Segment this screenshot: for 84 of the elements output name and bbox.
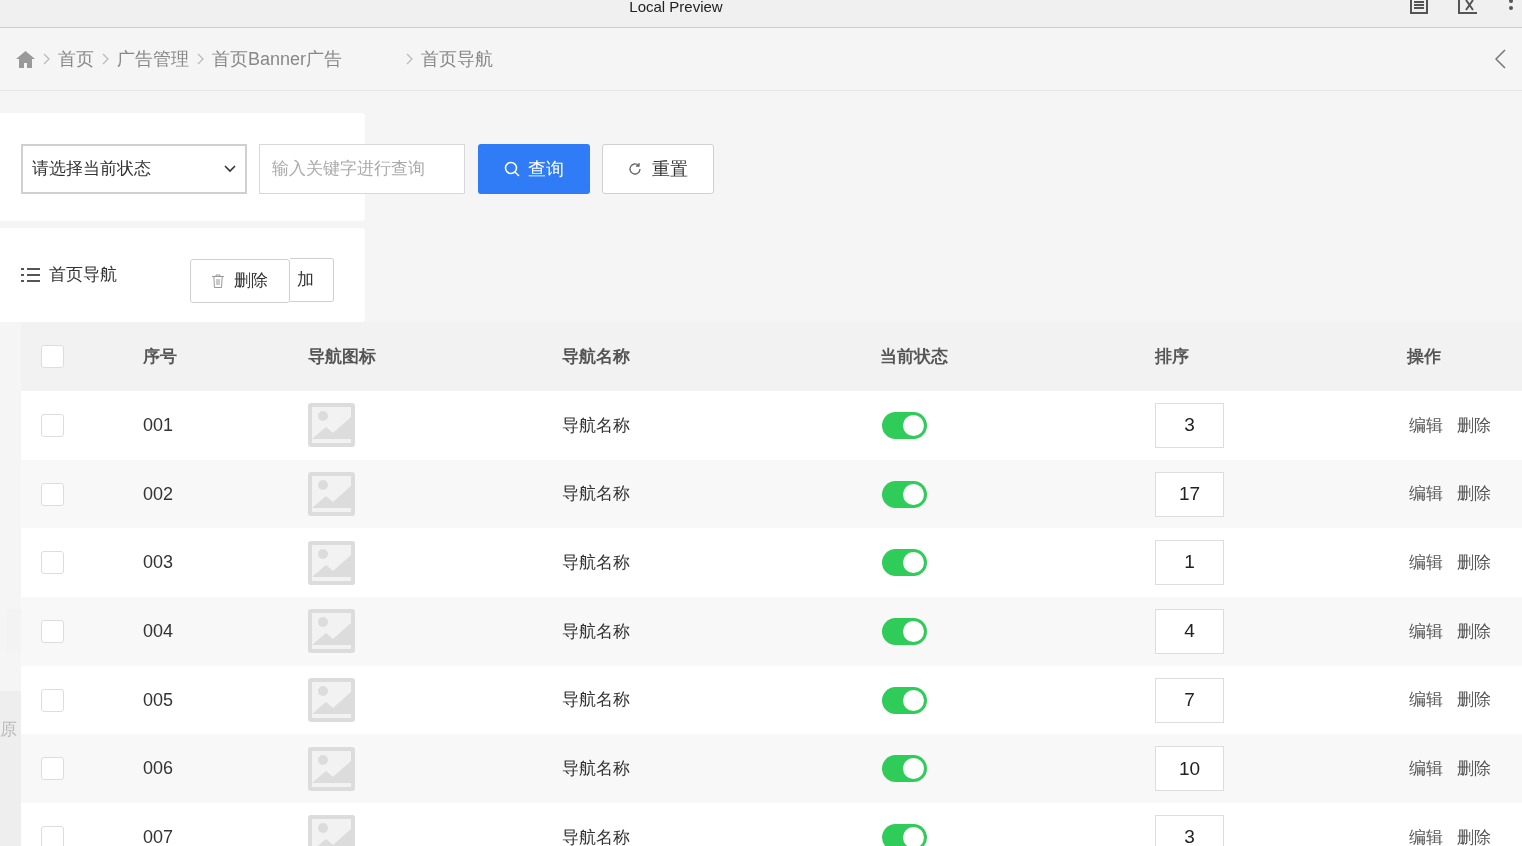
action-link[interactable]: 删除: [1457, 412, 1491, 439]
image-placeholder-icon: [308, 609, 355, 654]
action-link[interactable]: 删除: [1457, 549, 1491, 576]
chevron-right-icon: [102, 53, 109, 65]
action-link[interactable]: 编辑: [1409, 549, 1443, 576]
action-link[interactable]: 编辑: [1409, 687, 1443, 713]
document-icon[interactable]: [1410, 0, 1428, 14]
chevron-right-icon: [197, 53, 204, 65]
table-cell-text: 007: [143, 825, 174, 846]
table-cell-text: 004: [143, 619, 174, 643]
table-cell-text: 002: [143, 482, 174, 506]
chevron-right-icon: [406, 53, 414, 65]
column-header: 导航图标: [308, 345, 376, 368]
chevron-right-icon: [43, 53, 50, 65]
checkbox[interactable]: [41, 551, 64, 575]
add-button[interactable]: 加: [290, 258, 334, 302]
home-icon[interactable]: [16, 50, 35, 68]
image-placeholder-icon: [308, 678, 355, 723]
action-link[interactable]: 删除: [1457, 756, 1491, 782]
action-link[interactable]: 编辑: [1409, 412, 1443, 439]
column-header: 序号: [143, 345, 177, 368]
status-toggle[interactable]: [882, 549, 927, 577]
window-title: Local Preview: [629, 0, 723, 18]
status-toggle[interactable]: [882, 411, 927, 439]
action-link[interactable]: 删除: [1457, 618, 1491, 645]
column-header: 当前状态: [880, 345, 948, 368]
query-button[interactable]: 查询: [478, 144, 590, 194]
checkbox[interactable]: [41, 688, 64, 712]
sort-field[interactable]: 3: [1155, 814, 1224, 846]
action-link[interactable]: 删除: [1457, 481, 1491, 507]
formula-icon[interactable]: [1458, 0, 1478, 14]
table-cell-text: 导航名称: [562, 826, 630, 846]
table-cell-text: 001: [143, 413, 174, 437]
action-link[interactable]: 编辑: [1409, 618, 1443, 645]
section-title: 首页导航: [49, 264, 117, 287]
sort-field[interactable]: 7: [1155, 677, 1224, 723]
table-cell-text: 006: [143, 757, 174, 781]
table-cell-text: 005: [143, 688, 174, 712]
sort-field[interactable]: 4: [1155, 608, 1224, 654]
column-header: 导航名称: [562, 345, 630, 368]
action-link[interactable]: 编辑: [1409, 824, 1443, 846]
search-icon: [504, 161, 520, 177]
checkbox[interactable]: [41, 619, 64, 643]
sort-field[interactable]: 10: [1155, 746, 1224, 792]
reset-button[interactable]: 重置: [602, 144, 714, 194]
checkbox[interactable]: [41, 482, 64, 506]
status-toggle[interactable]: [882, 480, 927, 508]
chevron-down-icon: [224, 165, 236, 173]
column-header: 排序: [1155, 345, 1189, 368]
table-cell-text: 导航名称: [562, 620, 630, 643]
image-placeholder-icon: [308, 540, 355, 585]
status-toggle[interactable]: [882, 617, 927, 645]
refresh-icon: [628, 162, 642, 176]
table-cell-text: 导航名称: [562, 758, 630, 781]
status-toggle[interactable]: [882, 823, 927, 846]
image-placeholder-icon: [308, 403, 355, 448]
table-cell-text: 003: [143, 551, 174, 575]
sort-field[interactable]: 3: [1155, 402, 1224, 448]
image-placeholder-icon: [308, 815, 355, 846]
status-toggle[interactable]: [882, 686, 927, 714]
status-select[interactable]: 请选择当前状态: [21, 144, 247, 194]
image-placeholder-icon: [308, 472, 355, 517]
action-link[interactable]: 编辑: [1409, 756, 1443, 782]
action-link[interactable]: 删除: [1457, 687, 1491, 713]
table-cell-text: 导航名称: [562, 414, 630, 437]
collapse-icon[interactable]: [1494, 49, 1506, 69]
delete-button[interactable]: 删除: [190, 259, 290, 303]
column-header: 操作: [1407, 345, 1441, 368]
trash-icon: [212, 274, 224, 288]
search-field[interactable]: 输入关键字进行查询: [259, 144, 465, 194]
list-icon: [21, 268, 40, 282]
image-placeholder-icon: [308, 746, 355, 791]
checkbox[interactable]: [41, 345, 64, 368]
action-link[interactable]: 删除: [1457, 824, 1491, 846]
table-cell-text: 导航名称: [562, 689, 630, 712]
table-cell-text: 导航名称: [562, 551, 630, 574]
status-toggle[interactable]: [882, 755, 927, 783]
table-cell-text: 导航名称: [562, 483, 630, 506]
checkbox[interactable]: [41, 413, 64, 437]
action-link[interactable]: 编辑: [1409, 481, 1443, 507]
checkbox[interactable]: [41, 825, 64, 846]
checkbox[interactable]: [41, 757, 64, 781]
sort-field[interactable]: 1: [1155, 540, 1224, 586]
sort-field[interactable]: 17: [1155, 471, 1224, 517]
